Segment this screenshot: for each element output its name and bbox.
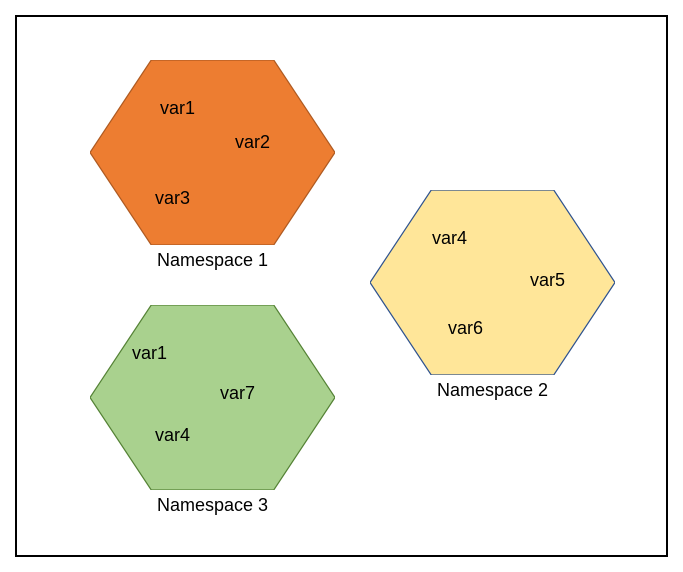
namespace-1-label: Namespace 1 (90, 250, 335, 271)
namespace-3-var-1: var1 (132, 343, 167, 364)
namespace-2: var4 var5 var6 Namespace 2 (370, 190, 615, 405)
namespace-3-label: Namespace 3 (90, 495, 335, 516)
hexagon-icon (90, 305, 335, 490)
hexagon-icon (370, 190, 615, 375)
namespace-1-var-3: var3 (155, 188, 190, 209)
namespace-2-var-3: var6 (448, 318, 483, 339)
namespace-3-var-3: var4 (155, 425, 190, 446)
namespace-1: var1 var2 var3 Namespace 1 (90, 60, 335, 275)
namespace-3: var1 var7 var4 Namespace 3 (90, 305, 335, 520)
hexagon-icon (90, 60, 335, 245)
namespace-1-var-1: var1 (160, 98, 195, 119)
namespace-2-label: Namespace 2 (370, 380, 615, 401)
diagram-canvas: var1 var2 var3 Namespace 1 var4 var5 var6 Names… (0, 0, 683, 572)
namespace-2-var-1: var4 (432, 228, 467, 249)
namespace-2-var-2: var5 (530, 270, 565, 291)
namespace-3-var-2: var7 (220, 383, 255, 404)
namespace-1-var-2: var2 (235, 132, 270, 153)
